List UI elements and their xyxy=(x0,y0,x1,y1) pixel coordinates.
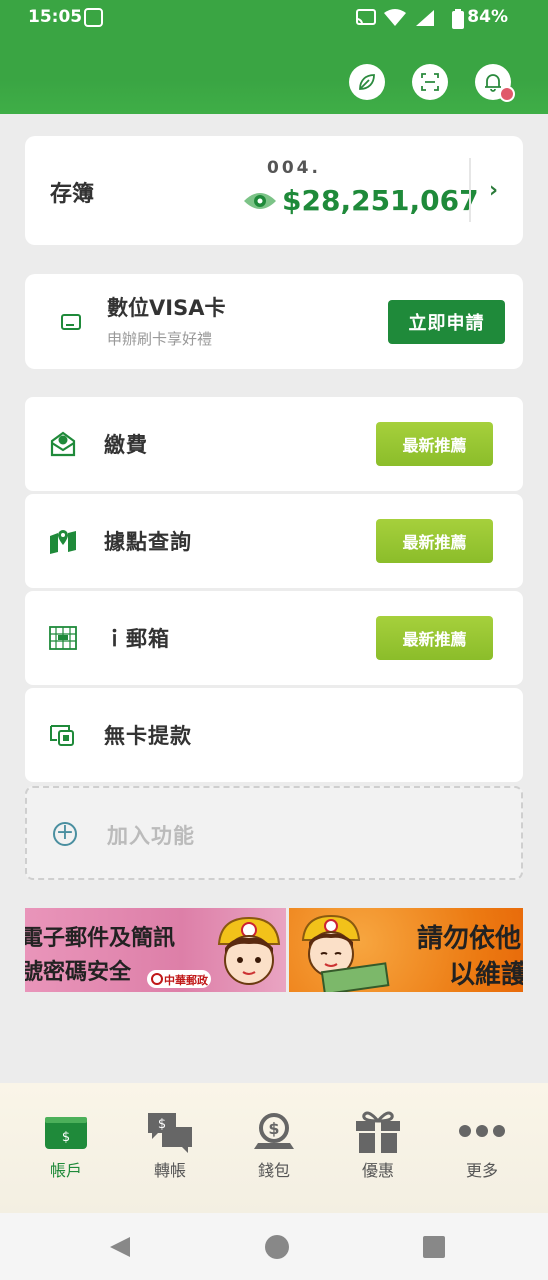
transfer-chat-icon: $ xyxy=(148,1113,192,1153)
payment-envelope-icon xyxy=(50,431,76,457)
bottom-navigation: $ 帳戶 $ 轉帳 $ 錢包 優惠 更多 xyxy=(0,1083,548,1213)
recommend-badge[interactable]: 最新推薦 xyxy=(376,616,493,660)
svg-text:$: $ xyxy=(158,1117,166,1132)
account-number: 004. xyxy=(267,158,321,178)
feature-label: ｉ郵箱 xyxy=(104,627,170,651)
nav-tab-account[interactable]: $ 帳戶 xyxy=(16,1083,116,1213)
banner-line1: 電子郵件及簡訊 xyxy=(25,926,176,951)
scan-icon[interactable] xyxy=(412,64,448,100)
cast-icon xyxy=(356,9,376,25)
back-icon[interactable] xyxy=(108,1235,132,1259)
gift-icon xyxy=(356,1111,400,1153)
divider xyxy=(469,158,471,222)
feature-cardless-withdraw[interactable]: 無卡提款 xyxy=(25,688,523,782)
plus-circle-icon: + xyxy=(53,822,77,846)
eye-icon[interactable] xyxy=(243,191,277,211)
add-feature-button[interactable]: + 加入功能 xyxy=(25,786,523,880)
visa-card-promo[interactable]: 數位VISA卡 申辦刷卡享好禮 立即申請 xyxy=(25,274,523,369)
wallet-card-icon: $ xyxy=(45,1117,87,1149)
more-dots-icon xyxy=(459,1125,505,1137)
svg-text:$: $ xyxy=(268,1119,279,1138)
leaf-icon[interactable] xyxy=(349,64,385,100)
battery-icon xyxy=(452,9,464,29)
chevron-right-icon[interactable]: › xyxy=(489,178,498,203)
nav-label: 錢包 xyxy=(257,1161,290,1180)
system-navigation-bar xyxy=(0,1213,548,1280)
bell-icon[interactable] xyxy=(475,64,515,102)
app-header: 15:05 84% xyxy=(0,0,548,114)
nav-label: 轉帳 xyxy=(153,1161,186,1180)
nav-tab-more[interactable]: 更多 xyxy=(432,1083,532,1213)
cardless-atm-icon xyxy=(50,725,74,746)
notification-dot xyxy=(499,86,515,102)
feature-label: 繳費 xyxy=(104,433,148,457)
recents-icon[interactable] xyxy=(423,1236,445,1258)
banner-line1: 請勿依他 xyxy=(417,924,522,954)
visa-subtitle: 申辦刷卡享好禮 xyxy=(107,330,213,348)
money-hand-icon: $ xyxy=(254,1113,294,1149)
signal-icon xyxy=(416,10,434,26)
nav-tab-wallet[interactable]: $ 錢包 xyxy=(224,1083,324,1213)
promo-banner[interactable]: 請勿依他 以維護 xyxy=(289,908,523,992)
status-bar: 15:05 84% xyxy=(0,0,548,36)
feature-payment[interactable]: 繳費 最新推薦 xyxy=(25,397,523,491)
notification-app-icon xyxy=(84,8,103,27)
recommend-badge[interactable]: 最新推薦 xyxy=(376,422,493,466)
banner-line2: 號密碼安全 xyxy=(25,960,132,985)
promo-banner[interactable]: 電子郵件及簡訊 號密碼安全 中華郵政 xyxy=(25,908,286,992)
feature-label: 無卡提款 xyxy=(104,724,192,748)
nav-label: 優惠 xyxy=(361,1161,394,1180)
map-pin-icon xyxy=(50,530,76,554)
nav-tab-transfer[interactable]: $ 轉帳 xyxy=(120,1083,220,1213)
credit-card-icon xyxy=(61,314,81,330)
add-feature-label: 加入功能 xyxy=(107,824,195,848)
passbook-card[interactable]: 存簿 004. $28,251,067 › xyxy=(25,136,523,245)
account-balance: $28,251,067 xyxy=(282,184,479,217)
apply-now-button[interactable]: 立即申請 xyxy=(388,300,505,344)
feature-location[interactable]: 據點查詢 最新推薦 xyxy=(25,494,523,588)
wifi-icon xyxy=(384,9,406,26)
feature-label: 據點查詢 xyxy=(104,530,192,554)
chunghwa-post-logo: 中華郵政 xyxy=(164,974,208,987)
locker-grid-icon xyxy=(49,626,77,650)
mascot-illustration xyxy=(301,914,390,992)
nav-label: 帳戶 xyxy=(49,1161,82,1180)
svg-text:$: $ xyxy=(62,1130,70,1145)
visa-title: 數位VISA卡 xyxy=(107,296,226,320)
battery-level: 84% xyxy=(467,7,508,27)
passbook-label: 存簿 xyxy=(50,182,95,207)
post-logo-icon xyxy=(151,973,163,985)
recommend-badge[interactable]: 最新推薦 xyxy=(376,519,493,563)
home-icon[interactable] xyxy=(264,1234,290,1260)
mascot-illustration xyxy=(217,916,281,985)
nav-tab-offers[interactable]: 優惠 xyxy=(328,1083,428,1213)
account-mask xyxy=(330,158,468,180)
banner-line2: 以維護 xyxy=(449,960,523,990)
nav-label: 更多 xyxy=(465,1161,498,1180)
feature-mailbox[interactable]: ｉ郵箱 最新推薦 xyxy=(25,591,523,685)
status-time: 15:05 xyxy=(28,7,83,27)
